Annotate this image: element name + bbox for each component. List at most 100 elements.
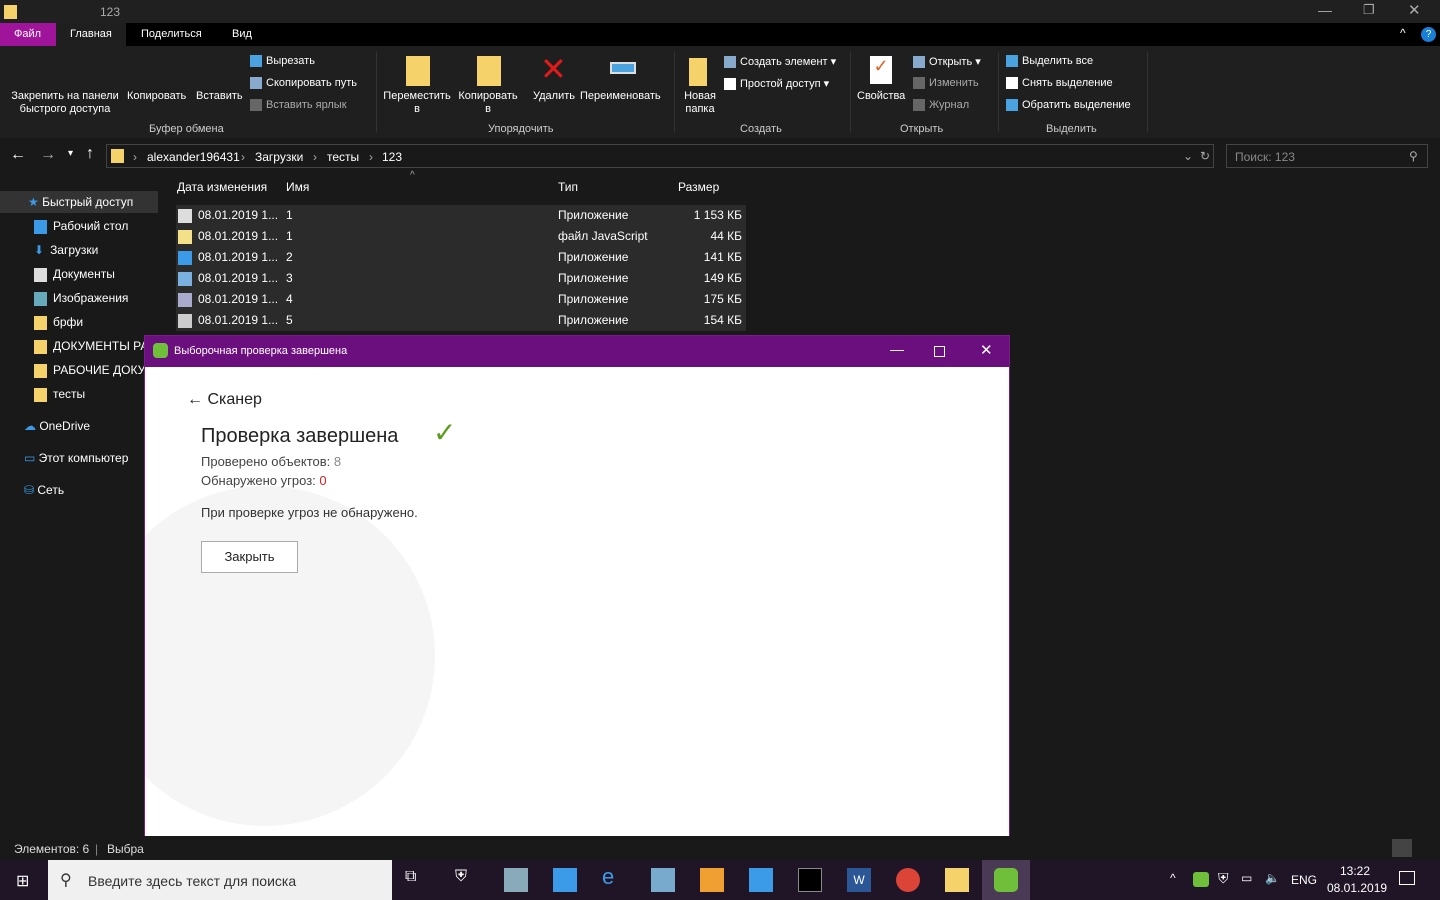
- chrome-icon[interactable]: [896, 868, 920, 892]
- task-view-icon[interactable]: ⧉: [405, 868, 429, 892]
- select-all-button[interactable]: Выделить все: [1006, 55, 1093, 68]
- file-row[interactable]: 08.01.2019 1... 2 Приложение 141 КБ: [176, 247, 746, 268]
- language-indicator[interactable]: ENG: [1291, 873, 1317, 887]
- file-name: 3: [286, 271, 293, 285]
- app-icon[interactable]: [504, 868, 528, 892]
- easy-access-button[interactable]: Простой доступ ▾: [724, 77, 829, 91]
- pin-button[interactable]: Закрепить на панели быстрого доступа: [6, 90, 124, 116]
- tray-overflow-icon[interactable]: ^: [1170, 871, 1176, 885]
- column-name[interactable]: Имя: [286, 180, 309, 194]
- address-input[interactable]: › alexander196431 › Загрузки › тесты › 1…: [106, 144, 1214, 168]
- notifications-icon[interactable]: [1399, 871, 1415, 885]
- close-dialog-button[interactable]: Закрыть: [201, 541, 298, 573]
- sidebar-item-this-pc[interactable]: ▭ Этот компьютер: [0, 447, 158, 469]
- collapse-ribbon-icon[interactable]: ^: [1400, 26, 1406, 40]
- restore-button[interactable]: ❐: [1363, 2, 1375, 18]
- word-icon[interactable]: W: [847, 868, 871, 892]
- paste-button[interactable]: Вставить: [196, 90, 243, 103]
- file-row[interactable]: 08.01.2019 1... 1 Приложение 1 153 КБ: [176, 205, 746, 226]
- file-row[interactable]: 08.01.2019 1... 4 Приложение 175 КБ: [176, 289, 746, 310]
- address-bar-row: ← → ▾ ↑ › alexander196431 › Загрузки › т…: [0, 140, 1440, 172]
- sidebar-item-documents[interactable]: Документы: [0, 263, 158, 285]
- file-row[interactable]: 08.01.2019 1... 1 файл JavaScript 44 КБ: [176, 226, 746, 247]
- open-button[interactable]: Открыть ▾: [913, 55, 981, 69]
- new-item-button[interactable]: Создать элемент ▾: [724, 55, 836, 69]
- copy-button[interactable]: Копировать: [127, 90, 186, 103]
- close-button[interactable]: ✕: [1408, 1, 1421, 19]
- search-input[interactable]: Поиск: 123 ⚲: [1226, 144, 1428, 168]
- terminal-icon[interactable]: [798, 868, 822, 892]
- sidebar-item-network[interactable]: ⛁ Сеть: [0, 479, 158, 501]
- refresh-button[interactable]: ↻: [1200, 149, 1210, 163]
- drweb-tray-icon[interactable]: [1193, 872, 1209, 887]
- clock-time[interactable]: 13:22: [1340, 864, 1370, 878]
- defender-icon[interactable]: ⛨: [455, 868, 479, 892]
- paste-shortcut-button[interactable]: Вставить ярлык: [250, 99, 347, 112]
- edge-icon[interactable]: e: [602, 864, 626, 889]
- crumb[interactable]: тесты: [327, 150, 359, 164]
- help-icon[interactable]: ?: [1421, 27, 1436, 42]
- delete-button[interactable]: Удалить: [533, 90, 575, 103]
- cut-button[interactable]: Вырезать: [250, 55, 315, 68]
- volume-icon[interactable]: 🔈: [1265, 871, 1280, 885]
- taskbar-search[interactable]: ⚲ Введите здесь текст для поиска: [48, 860, 392, 900]
- label: Изображения: [53, 291, 129, 305]
- sidebar-item-onedrive[interactable]: ☁ OneDrive: [0, 415, 158, 437]
- edit-button[interactable]: Изменить: [913, 77, 979, 90]
- column-size[interactable]: Размер: [678, 180, 719, 194]
- open-icon: [913, 56, 925, 69]
- search-icon: ⚲: [60, 872, 72, 889]
- crumb[interactable]: 123: [382, 150, 402, 164]
- tab-share[interactable]: Поделиться: [127, 23, 216, 46]
- file-row[interactable]: 08.01.2019 1... 3 Приложение 149 КБ: [176, 268, 746, 289]
- dialog-minimize-button[interactable]: —: [890, 341, 904, 357]
- properties-button[interactable]: Свойства: [857, 90, 905, 103]
- recent-dropdown[interactable]: ▾: [68, 148, 73, 159]
- back-button[interactable]: ←: [10, 146, 26, 164]
- explorer-icon[interactable]: [945, 868, 969, 892]
- address-dropdown[interactable]: ⌄: [1183, 149, 1193, 163]
- sidebar-item-desktop[interactable]: Рабочий стол: [0, 215, 158, 237]
- minimize-button[interactable]: —: [1318, 2, 1332, 18]
- security-tray-icon[interactable]: ⛨: [1218, 870, 1229, 887]
- media-icon[interactable]: [700, 868, 724, 892]
- sidebar-item-folder[interactable]: ДОКУМЕНТЫ РА: [0, 335, 158, 357]
- rename-button[interactable]: Переименовать: [580, 90, 661, 103]
- network-icon[interactable]: ▭: [1241, 871, 1252, 885]
- sidebar-item-folder[interactable]: брфи: [0, 311, 158, 333]
- sidebar-item-quick-access[interactable]: ★ Быстрый доступ: [0, 191, 158, 213]
- back-to-scanner-link[interactable]: ← Сканер: [187, 391, 262, 409]
- dialog-close-button[interactable]: ✕: [980, 341, 993, 359]
- app-icon[interactable]: [749, 868, 773, 892]
- tab-file[interactable]: Файл: [0, 23, 56, 46]
- crumb[interactable]: alexander196431: [147, 150, 240, 164]
- select-none-button[interactable]: Снять выделение: [1006, 77, 1113, 90]
- file-row[interactable]: 08.01.2019 1... 5 Приложение 154 КБ: [176, 310, 746, 331]
- crumb[interactable]: Загрузки: [255, 150, 303, 164]
- up-button[interactable]: ↑: [86, 145, 94, 163]
- sidebar-item-pictures[interactable]: Изображения: [0, 287, 158, 309]
- tiles-view-button[interactable]: [1416, 839, 1436, 857]
- app-icon[interactable]: [651, 868, 675, 892]
- move-to-button[interactable]: Переместить в: [382, 90, 452, 116]
- dialog-maximize-button[interactable]: [934, 346, 945, 357]
- tab-home[interactable]: Главная: [56, 23, 126, 46]
- drweb-taskbar-button[interactable]: [982, 860, 1030, 900]
- invert-selection-button[interactable]: Обратить выделение: [1006, 99, 1131, 112]
- start-button[interactable]: ⊞: [16, 871, 29, 891]
- sidebar-item-folder[interactable]: тесты: [0, 383, 158, 405]
- app-icon[interactable]: [553, 868, 577, 892]
- column-type[interactable]: Тип: [558, 180, 578, 194]
- details-view-button[interactable]: [1392, 839, 1412, 857]
- history-button[interactable]: Журнал: [913, 99, 969, 112]
- column-date[interactable]: Дата изменения: [177, 180, 267, 194]
- sidebar-item-folder[interactable]: РАБОЧИЕ ДОКУ: [0, 359, 158, 381]
- clock-date[interactable]: 08.01.2019: [1327, 881, 1387, 895]
- forward-button[interactable]: →: [40, 146, 56, 164]
- sidebar-item-downloads[interactable]: ⬇ Загрузки: [0, 239, 158, 261]
- copy-to-button[interactable]: Копировать в: [456, 90, 520, 116]
- easy-access-icon: [724, 78, 736, 91]
- tab-view[interactable]: Вид: [218, 23, 266, 46]
- copy-path-button[interactable]: Скопировать путь: [250, 77, 357, 90]
- new-folder-button[interactable]: Новая папка: [683, 90, 717, 116]
